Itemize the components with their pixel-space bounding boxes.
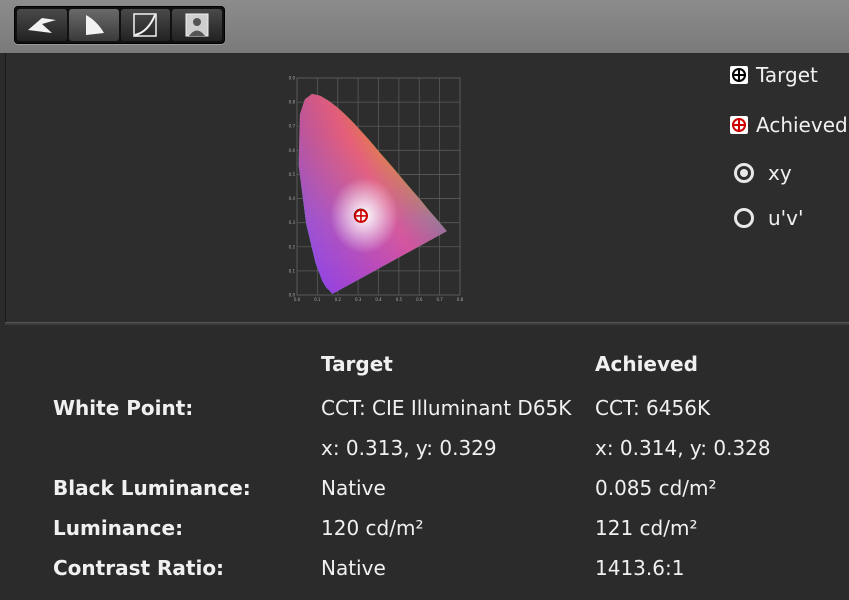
target-marker-icon [730,66,748,84]
achieved-point [353,208,368,223]
y-tick-label: 0.0 [289,293,296,298]
x-tick-label: 0.8 [457,297,464,302]
col-header-target: Target [321,352,393,376]
gamut-icon [85,15,104,35]
y-tick-label: 0.2 [289,244,296,249]
x-tick-label: 0.3 [355,297,362,302]
contrast-ratio-achieved: 1413.6:1 [595,556,685,580]
x-tick-label: 0.4 [375,297,382,302]
spectral-locus [298,93,447,294]
y-tick-label: 0.9 [289,76,296,81]
y-tick-label: 0.4 [289,196,296,201]
legend-achieved-label: Achieved [756,113,848,137]
legend-target-label: Target [756,63,818,87]
chart-points [353,208,368,223]
radio-uv[interactable]: u'v' [734,206,804,230]
display-icon [27,18,56,33]
y-tick-label: 0.8 [289,100,296,105]
section-divider [5,322,849,325]
legend-target: Target [730,63,818,87]
contrast-ratio-target: Native [321,556,386,580]
portrait-icon [185,13,209,37]
row-label-white-point: White Point: [53,396,194,420]
y-tick-label: 0.3 [289,220,296,225]
radio-xy-label: xy [768,161,792,185]
display-view-button[interactable] [17,9,67,41]
x-tick-label: 0.2 [335,297,342,302]
y-tick-label: 0.5 [289,172,296,177]
radio-xy-indicator[interactable] [734,163,754,183]
curve-icon [133,13,158,37]
x-tick-label: 0.0 [294,297,301,302]
x-tick-label: 0.5 [396,297,403,302]
curve-view-button[interactable] [120,9,171,41]
view-button-group [14,6,225,44]
gamut-view-button[interactable] [68,9,119,41]
x-tick-label: 0.6 [416,297,423,302]
white-point-xy-achieved: x: 0.314, y: 0.328 [595,436,771,460]
luminance-achieved: 121 cd/m² [595,516,698,540]
row-label-contrast-ratio: Contrast Ratio: [53,556,225,580]
luminance-target: 120 cd/m² [321,516,424,540]
white-point-xy-target: x: 0.313, y: 0.329 [321,436,497,460]
radio-xy[interactable]: xy [734,161,792,185]
black-luminance-target: Native [321,476,386,500]
col-header-achieved: Achieved [595,352,698,376]
top-toolbar [0,0,849,53]
x-tick-label: 0.7 [436,297,443,302]
chromaticity-chart: 0.0 0.1 0.2 0.3 0.4 0.5 0.6 0.7 0.8 0.0 0.1 0.2 0.3 0… [285,63,475,303]
row-label-luminance: Luminance: [53,516,184,540]
y-tick-label: 0.6 [289,148,296,153]
white-point-target: CCT: CIE Illuminant D65K [321,396,572,420]
white-point-achieved: CCT: 6456K [595,396,711,420]
achieved-marker-icon [730,116,748,134]
chromaticity-diagram: 0.0 0.1 0.2 0.3 0.4 0.5 0.6 0.7 0.8 0.0 0.1 0.2 0.3 0… [289,76,464,303]
black-luminance-achieved: 0.085 cd/m² [595,476,717,500]
y-tick-label: 0.1 [289,268,296,273]
x-tick-label: 0.1 [314,297,321,302]
legend-achieved: Achieved [730,113,848,137]
y-tick-label: 0.7 [289,124,296,129]
radio-uv-indicator[interactable] [734,208,754,228]
radio-uv-label: u'v' [768,206,804,230]
row-label-black-luminance: Black Luminance: [53,476,251,500]
portrait-view-button[interactable] [172,9,222,41]
